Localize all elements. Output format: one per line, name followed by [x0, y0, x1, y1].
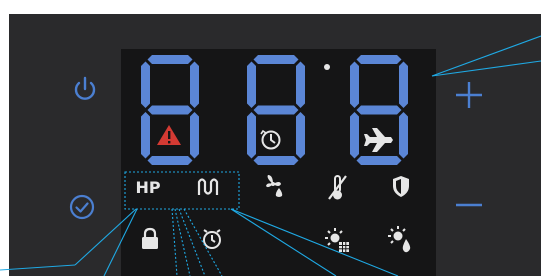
digit-1 [141, 55, 199, 165]
segment-e [141, 112, 150, 159]
panel-graphics: HP [0, 35, 541, 276]
lock-icon [142, 227, 158, 249]
shield-icon [393, 176, 409, 197]
segment-d [356, 156, 402, 165]
thermometer-icon [328, 175, 347, 200]
segment-b [296, 61, 305, 108]
segment-f [141, 61, 150, 108]
warning-icon [157, 125, 181, 145]
segment-f [247, 61, 256, 108]
alarm-clock-icon [203, 229, 221, 249]
clock-icon [260, 129, 281, 150]
fan-drop-icon [266, 175, 283, 197]
plus-icon [456, 82, 482, 108]
control-panel-screenshot: HP [0, 0, 541, 276]
hp-label: HP [135, 178, 160, 197]
segment-e [247, 112, 256, 159]
digit-2 [247, 55, 305, 165]
segment-g [356, 105, 402, 115]
segment-d [147, 156, 193, 165]
power-button[interactable] [70, 74, 100, 104]
segment-f [350, 61, 359, 108]
decimal-dot [324, 64, 330, 70]
segment-b [190, 61, 199, 108]
minus-button[interactable] [454, 190, 484, 220]
segment-g [147, 105, 193, 115]
check-circle-icon [69, 194, 95, 220]
segment-a [147, 55, 193, 64]
segment-c [399, 112, 408, 159]
plus-button[interactable] [454, 80, 484, 110]
confirm-button[interactable] [67, 192, 97, 222]
segment-e [350, 112, 359, 159]
segment-c [190, 112, 199, 159]
segment-g [253, 105, 299, 115]
segment-c [296, 112, 305, 159]
minus-icon [456, 203, 482, 207]
segment-b [399, 61, 408, 108]
segment-d [253, 156, 299, 165]
power-icon [74, 76, 96, 100]
airplane-icon [364, 128, 393, 152]
segment-a [253, 55, 299, 64]
sun-drop-icon [388, 226, 411, 253]
heater-coil-icon [197, 178, 219, 195]
segment-a [356, 55, 402, 64]
